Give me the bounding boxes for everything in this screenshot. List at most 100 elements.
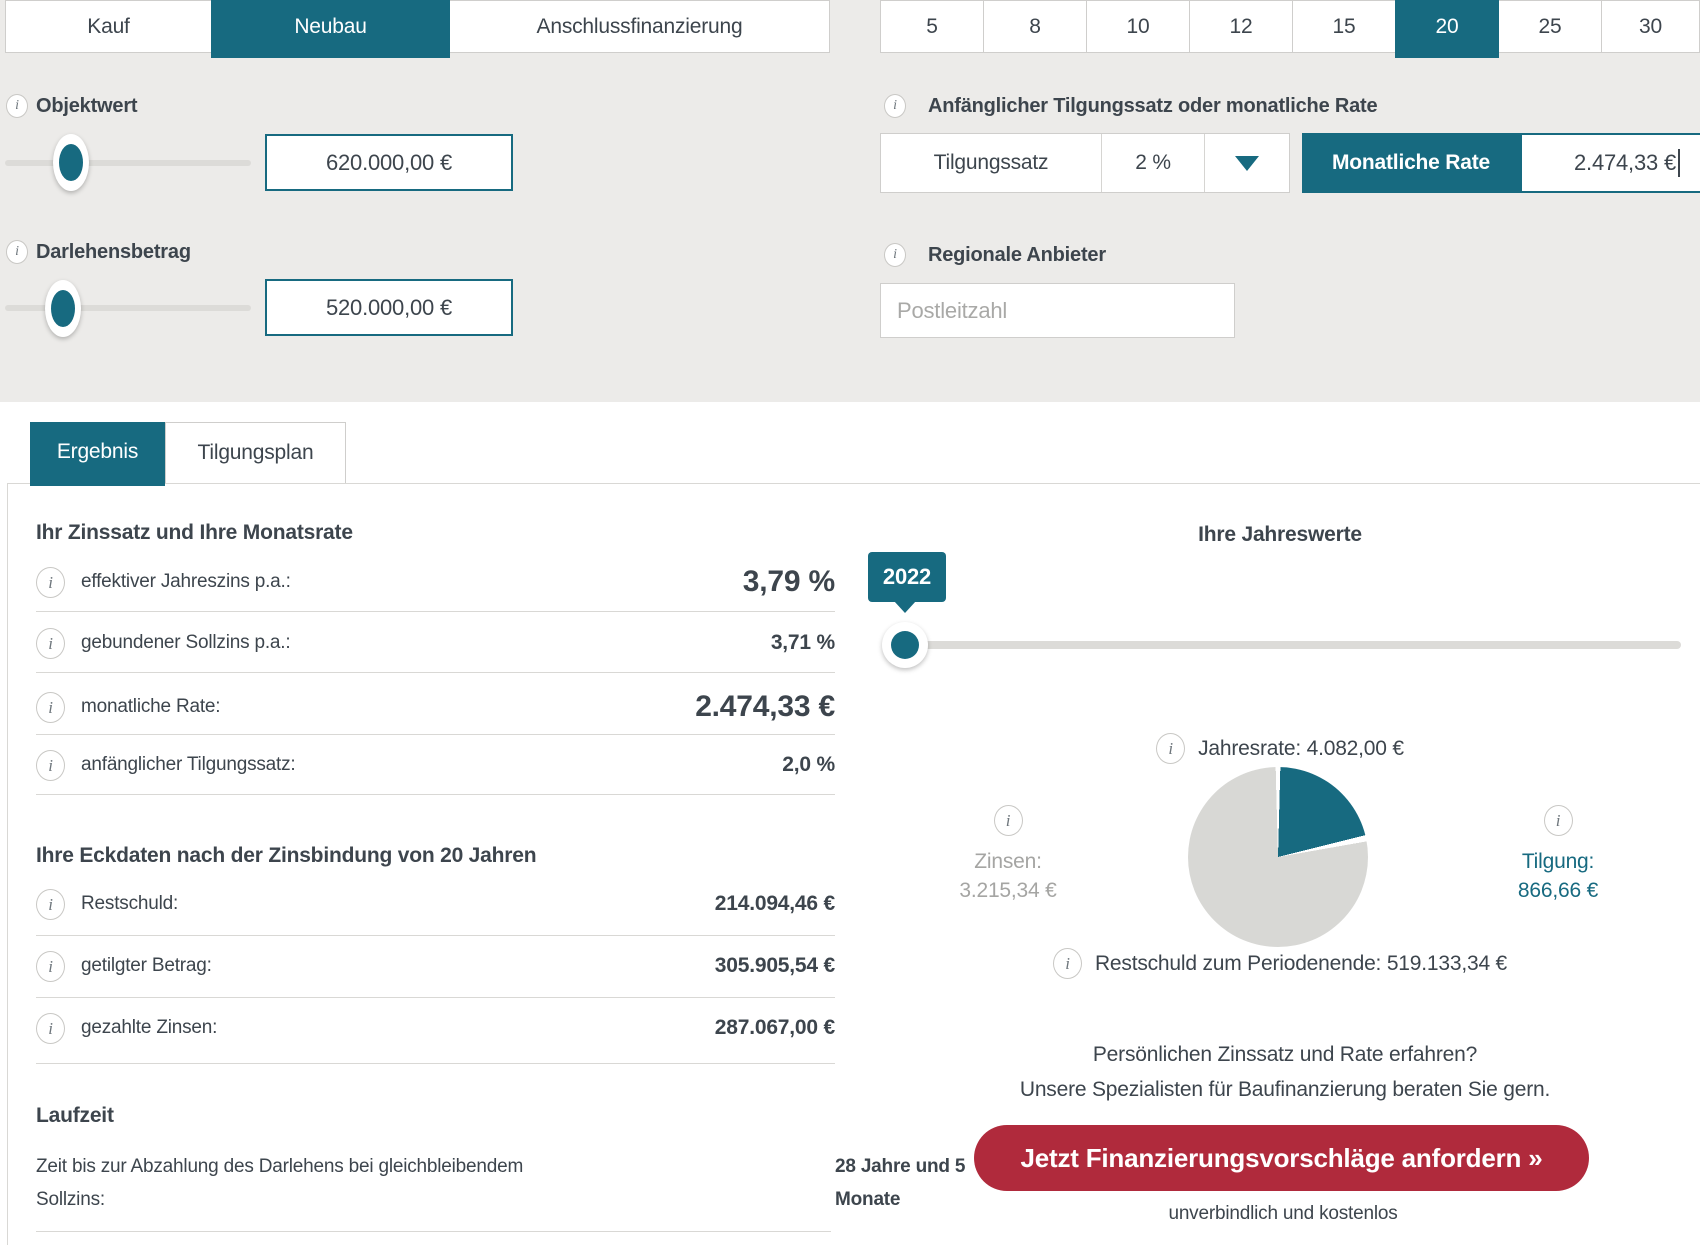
info-icon[interactable]: i <box>1544 805 1573 836</box>
info-icon[interactable]: i <box>1053 948 1082 979</box>
row-value: 3,79 % <box>743 560 835 604</box>
postleitzahl-input[interactable] <box>880 283 1235 338</box>
darlehensbetrag-input[interactable] <box>265 279 513 336</box>
row-value: 305.905,54 € <box>715 944 835 988</box>
jahreswerte-title: Ihre Jahreswerte <box>1030 523 1530 547</box>
row-value: 2.474,33 € <box>695 685 835 729</box>
tab-neubau[interactable]: Neubau <box>211 0 450 58</box>
tab-kauf[interactable]: Kauf <box>5 0 212 53</box>
monatliche-rate-value: 2.474,33 € <box>1574 150 1676 176</box>
row-label: getilgter Betrag: <box>81 944 212 988</box>
row-label: monatliche Rate: <box>81 685 220 729</box>
info-icon[interactable]: i <box>1156 733 1185 764</box>
baufinanzierung-calculator: Kauf Neubau Anschlussfinanzierung 5 8 10… <box>0 0 1700 1245</box>
jahresrate-label: Jahresrate: 4.082,00 € <box>1198 737 1404 761</box>
info-icon[interactable]: i <box>884 243 906 267</box>
tab-anschlussfinanzierung[interactable]: Anschlussfinanzierung <box>449 0 830 53</box>
cta-text-line2: Unsere Spezialisten für Baufinanzierung … <box>960 1078 1610 1102</box>
tilgung-group-label: Anfänglicher Tilgungssatz oder monatlich… <box>928 95 1377 117</box>
tab-term-10[interactable]: 10 <box>1086 0 1190 53</box>
row-value: 2,0 % <box>782 743 835 787</box>
row-divider <box>36 672 835 673</box>
tab-term-30[interactable]: 30 <box>1601 0 1700 53</box>
restschuld-periodenende-label: Restschuld zum Periodenende: 519.133,34 … <box>1095 952 1507 976</box>
row-divider <box>36 611 835 612</box>
panel-border-top <box>7 483 1700 484</box>
year-slider-track[interactable] <box>895 641 1681 649</box>
jahresrate-line: i Jahresrate: 4.082,00 € <box>1030 733 1530 764</box>
section-title-zinssatz: Ihr Zinssatz und Ihre Monatsrate <box>36 521 353 545</box>
info-icon[interactable]: i <box>36 628 65 659</box>
zinsen-value: 3.215,34 € <box>959 879 1056 903</box>
result-row-getilgter-betrag: i getilgter Betrag: 305.905,54 € <box>36 944 835 988</box>
tab-term-20[interactable]: 20 <box>1395 0 1499 58</box>
tab-ergebnis[interactable]: Ergebnis <box>30 422 165 486</box>
year-slider-handle[interactable] <box>882 622 928 668</box>
year-badge[interactable]: 2022 <box>868 552 946 602</box>
row-value: 214.094,46 € <box>715 882 835 926</box>
objektwert-input[interactable] <box>265 134 513 191</box>
tilgung-value: 866,66 € <box>1518 879 1598 903</box>
darlehensbetrag-label: Darlehensbetrag <box>36 241 191 263</box>
result-row-anfaenglicher-tilgungssatz: i anfänglicher Tilgungssatz: 2,0 % <box>36 743 835 787</box>
tab-monatliche-rate[interactable]: Monatliche Rate <box>1302 133 1520 193</box>
tilgungssatz-dropdown[interactable] <box>1204 134 1289 192</box>
tab-term-15[interactable]: 15 <box>1292 0 1396 53</box>
row-divider <box>36 935 835 936</box>
row-divider <box>36 794 835 795</box>
tilgung-legend: i Tilgung: 866,66 € <box>1473 805 1643 903</box>
zinsen-legend: i Zinsen: 3.215,34 € <box>923 805 1093 903</box>
cta-note: unverbindlich und kostenlos <box>983 1203 1583 1225</box>
tilgung-label: Tilgung: <box>1522 845 1594 879</box>
row-label: effektiver Jahreszins p.a.: <box>81 560 291 604</box>
tab-term-5[interactable]: 5 <box>880 0 984 53</box>
tab-term-8[interactable]: 8 <box>983 0 1087 53</box>
row-value: 3,71 % <box>771 621 835 665</box>
objektwert-slider-handle[interactable] <box>53 134 89 191</box>
jahresrate-pie-chart <box>1188 767 1368 947</box>
dropdown-arrow-icon <box>1235 156 1259 171</box>
darlehensbetrag-slider-handle-dot <box>51 290 75 327</box>
info-icon[interactable]: i <box>36 692 65 723</box>
laufzeit-value-line1: 28 Jahre und 5 <box>835 1155 965 1179</box>
info-icon[interactable]: i <box>36 889 65 920</box>
tab-tilgungsplan[interactable]: Tilgungsplan <box>165 422 346 483</box>
text-caret <box>1678 149 1680 177</box>
objektwert-slider-track[interactable] <box>5 160 251 166</box>
darlehensbetrag-slider-handle[interactable] <box>45 280 81 337</box>
monatliche-rate-input[interactable]: 2.474,33 € <box>1520 133 1700 193</box>
result-row-gezahlte-zinsen: i gezahlte Zinsen: 287.067,00 € <box>36 1006 835 1050</box>
result-row-restschuld: i Restschuld: 214.094,46 € <box>36 882 835 926</box>
result-row-effektiver-jahreszins: i effektiver Jahreszins p.a.: 3,79 % <box>36 560 835 604</box>
tilgungssatz-control: Tilgungssatz 2 % <box>880 133 1290 193</box>
result-row-monatliche-rate: i monatliche Rate: 2.474,33 € <box>36 685 835 729</box>
info-icon[interactable]: i <box>36 1013 65 1044</box>
info-icon[interactable]: i <box>6 94 28 118</box>
info-icon[interactable]: i <box>884 94 906 118</box>
zinsen-label: Zinsen: <box>974 845 1041 879</box>
finanzierungsvorschlaege-button[interactable]: Jetzt Finanzierungsvorschläge anfordern … <box>974 1125 1589 1191</box>
tab-term-25[interactable]: 25 <box>1498 0 1602 53</box>
row-divider <box>36 997 835 998</box>
info-icon[interactable]: i <box>6 240 28 264</box>
row-label: gebundener Sollzins p.a.: <box>81 621 290 665</box>
info-icon[interactable]: i <box>36 951 65 982</box>
laufzeit-label-line1: Zeit bis zur Abzahlung des Darlehens bei… <box>36 1155 523 1179</box>
row-label: anfänglicher Tilgungssatz: <box>81 743 296 787</box>
row-label: gezahlte Zinsen: <box>81 1006 217 1050</box>
tab-tilgungssatz[interactable]: Tilgungssatz <box>881 134 1101 192</box>
tab-term-12[interactable]: 12 <box>1189 0 1293 53</box>
panel-border-left <box>7 483 8 1245</box>
row-label: Restschuld: <box>81 882 178 926</box>
info-icon[interactable]: i <box>36 567 65 598</box>
laufzeit-label-line2: Sollzins: <box>36 1188 105 1212</box>
row-divider <box>36 1231 831 1232</box>
tilgungssatz-value[interactable]: 2 % <box>1101 134 1204 192</box>
info-icon[interactable]: i <box>994 805 1023 836</box>
section-title-eckdaten: Ihre Eckdaten nach der Zinsbindung von 2… <box>36 844 536 868</box>
restschuld-periodenende-line: i Restschuld zum Periodenende: 519.133,3… <box>980 948 1580 979</box>
row-value: 287.067,00 € <box>715 1006 835 1050</box>
form-area <box>0 0 1700 402</box>
info-icon[interactable]: i <box>36 750 65 781</box>
darlehensbetrag-slider-track[interactable] <box>5 305 251 311</box>
